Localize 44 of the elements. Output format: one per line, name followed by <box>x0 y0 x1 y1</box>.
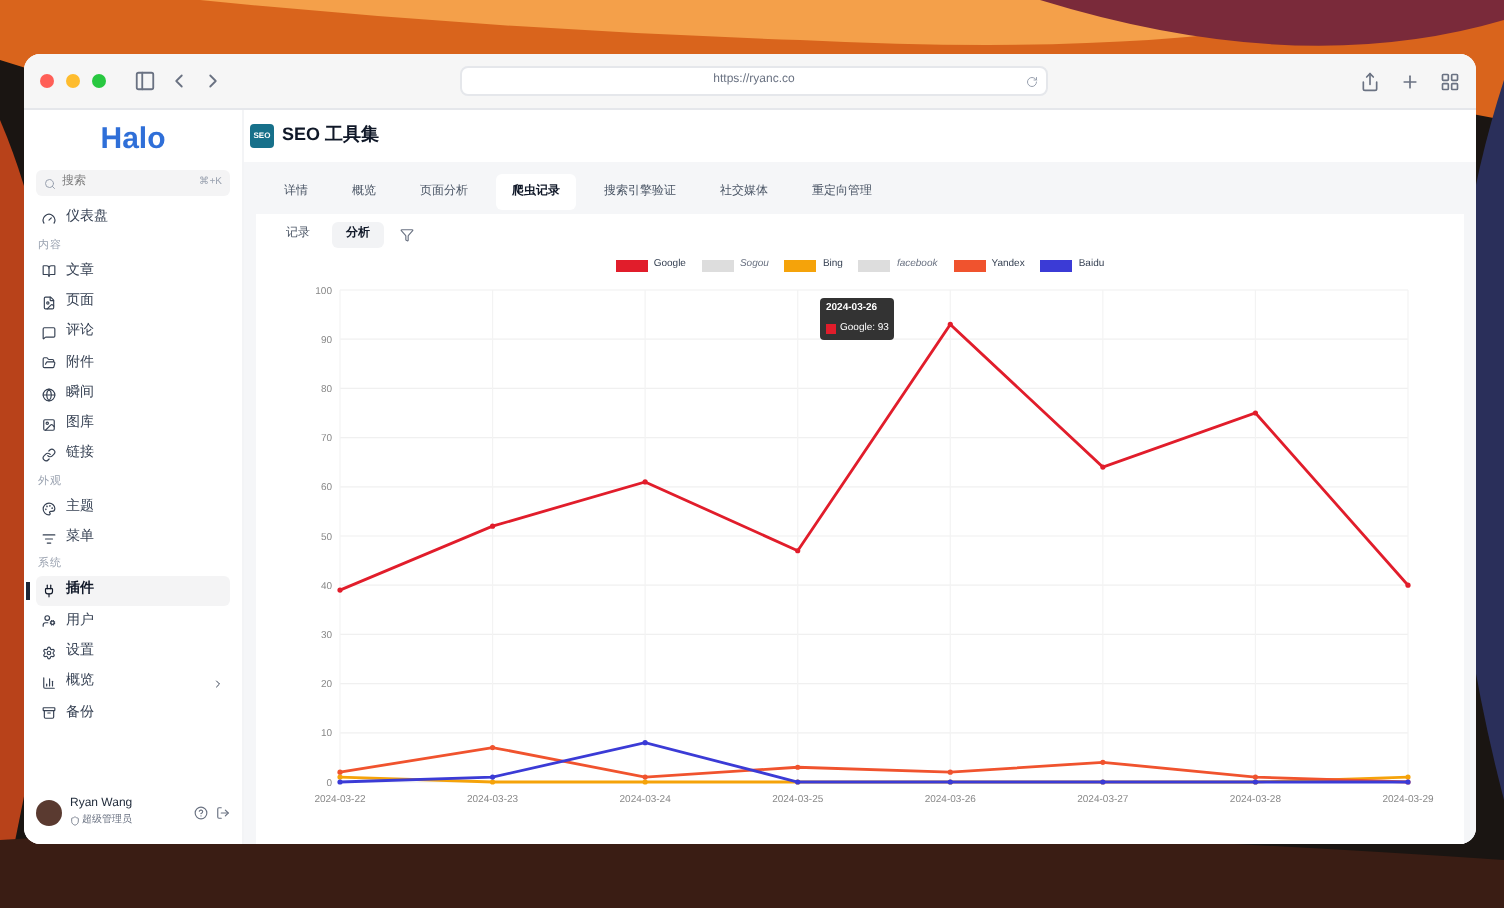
user-icon <box>42 614 56 629</box>
close-icon[interactable] <box>40 74 54 88</box>
data-point <box>1405 582 1411 588</box>
logout-icon[interactable] <box>216 805 230 819</box>
gauge-icon <box>42 212 56 227</box>
data-point <box>1100 759 1106 765</box>
data-point <box>642 740 648 746</box>
palette-icon <box>42 501 56 516</box>
data-point <box>489 523 496 529</box>
page-icon <box>42 295 56 310</box>
chevron-icon <box>212 677 224 689</box>
image-icon <box>42 417 56 432</box>
page-title: SEO 工具集 <box>282 122 380 149</box>
role-icon <box>70 816 80 826</box>
plug-icon <box>42 584 56 599</box>
menu-list-icon <box>42 531 56 546</box>
data-point <box>642 479 648 485</box>
data-point <box>795 764 801 770</box>
data-point <box>337 587 343 593</box>
logo: Halo <box>100 119 166 160</box>
settings-icon <box>42 645 56 660</box>
tabs-overview-icon[interactable] <box>1440 71 1460 91</box>
globe-icon <box>42 387 56 402</box>
profile-icon[interactable] <box>194 805 208 819</box>
archive-icon <box>42 706 56 721</box>
folder-icon <box>42 356 56 371</box>
filter-icon[interactable] <box>400 227 414 241</box>
data-point <box>1252 410 1259 416</box>
share-icon[interactable] <box>1360 71 1380 91</box>
link-icon <box>42 448 56 463</box>
avatar <box>36 799 62 825</box>
data-point <box>1100 464 1106 470</box>
search-icon <box>44 177 56 189</box>
new-tab-icon[interactable] <box>1400 71 1420 91</box>
reload-icon[interactable] <box>1026 75 1038 87</box>
chart-icon <box>42 676 56 690</box>
data-point <box>947 769 953 775</box>
sidebar-toggle-icon[interactable] <box>134 70 156 92</box>
data-point <box>947 321 953 328</box>
data-point <box>795 548 801 554</box>
book-icon <box>42 264 56 279</box>
comment-icon <box>42 326 56 341</box>
data-point <box>489 744 496 751</box>
active-indicator <box>26 581 29 600</box>
